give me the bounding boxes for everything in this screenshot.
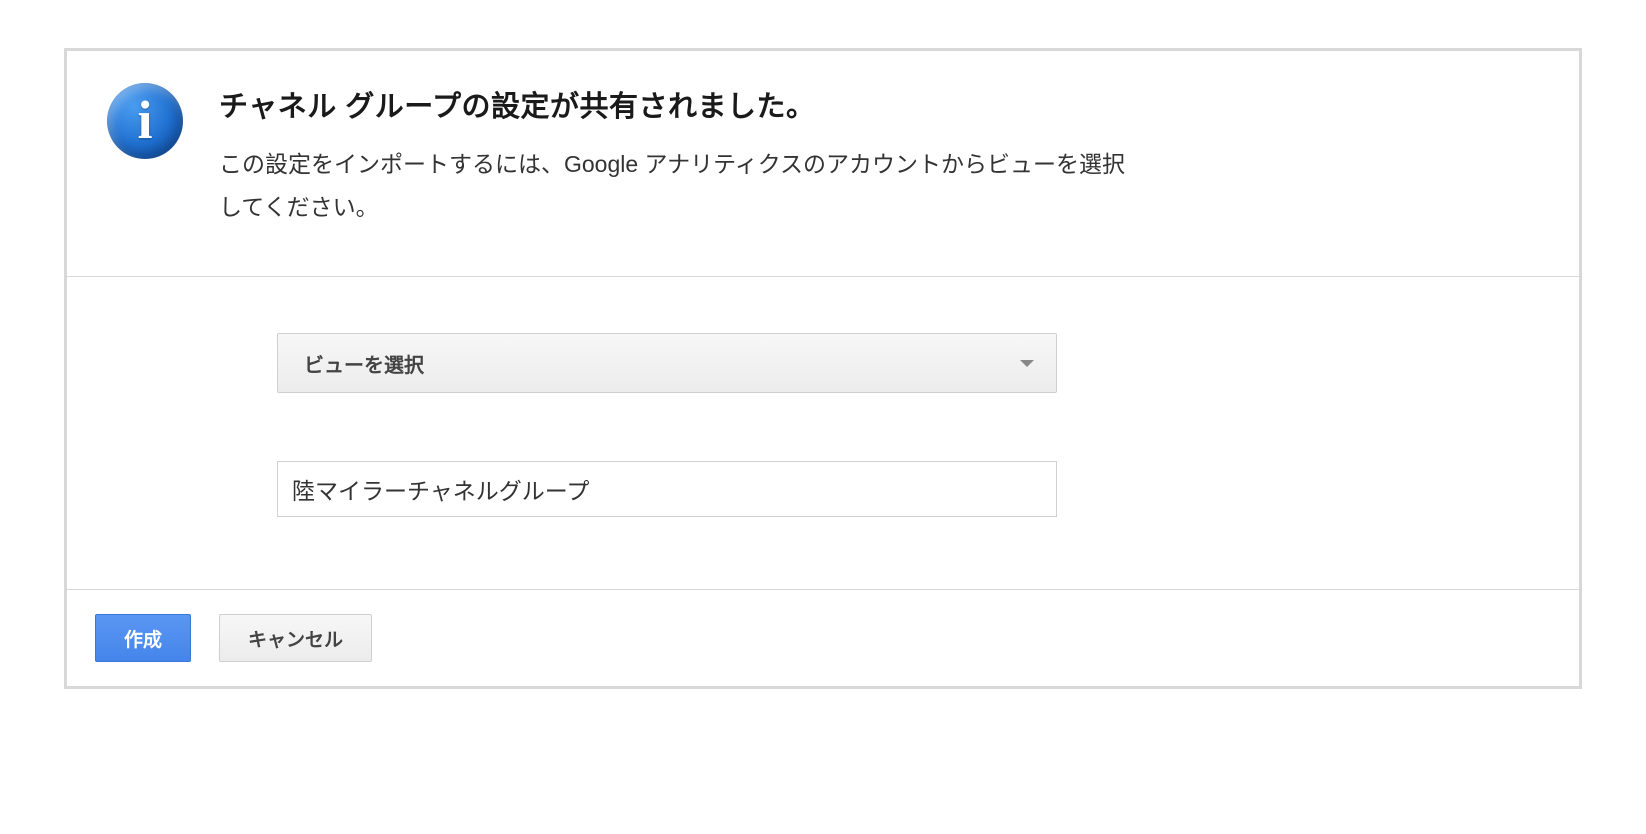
dialog-header: i チャネル グループの設定が共有されました。 この設定をインポートするには、G… — [67, 51, 1579, 277]
header-text: チャネル グループの設定が共有されました。 この設定をインポートするには、Goo… — [219, 83, 1539, 228]
dialog-footer: 作成 キャンセル — [67, 590, 1579, 686]
cancel-button[interactable]: キャンセル — [219, 614, 372, 662]
import-dialog: i チャネル グループの設定が共有されました。 この設定をインポートするには、G… — [64, 48, 1582, 689]
chevron-down-icon — [1020, 360, 1034, 367]
dialog-title: チャネル グループの設定が共有されました。 — [219, 83, 1539, 125]
info-icon: i — [107, 83, 183, 159]
channel-group-name-input[interactable] — [277, 461, 1057, 517]
view-select-dropdown[interactable]: ビューを選択 — [277, 333, 1057, 393]
info-icon-wrap: i — [107, 83, 183, 159]
create-button[interactable]: 作成 — [95, 614, 191, 662]
form-inner: ビューを選択 — [107, 333, 1107, 517]
view-select-label: ビューを選択 — [304, 349, 424, 378]
form-section: ビューを選択 — [67, 277, 1579, 590]
dialog-subtitle: この設定をインポートするには、Google アナリティクスのアカウントからビュー… — [219, 143, 1139, 228]
